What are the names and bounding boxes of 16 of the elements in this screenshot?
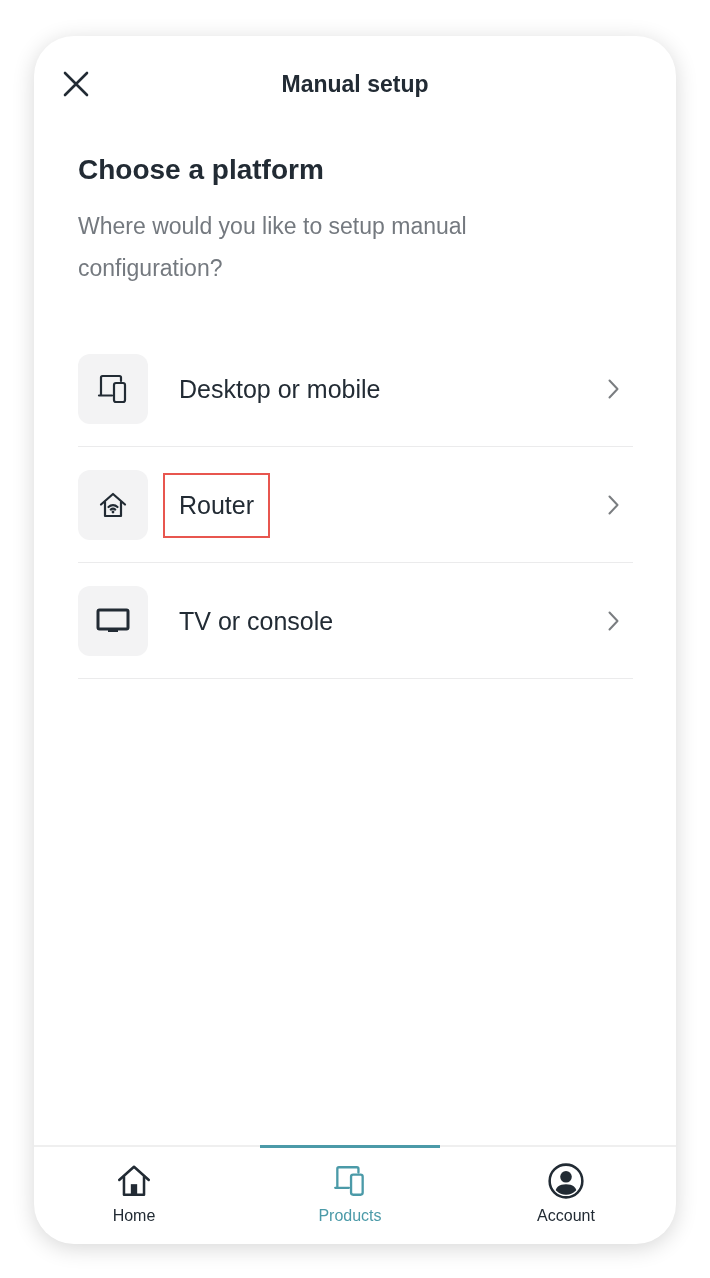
user-icon bbox=[547, 1162, 585, 1200]
nav-tab[interactable]: Account bbox=[476, 1145, 656, 1244]
option-label[interactable]: TV or console bbox=[163, 588, 350, 654]
chevron-icon bbox=[608, 379, 619, 399]
screen-title: Manual setup bbox=[281, 70, 429, 99]
house-wifi-icon bbox=[78, 470, 148, 540]
nav-tab[interactable]: Home bbox=[44, 1145, 224, 1244]
page-heading: Choose a platform bbox=[78, 153, 325, 187]
chevron-icon bbox=[608, 611, 619, 631]
monitor-phone-icon bbox=[78, 354, 148, 424]
chevron-icon bbox=[608, 495, 619, 515]
monitor-icon bbox=[78, 586, 148, 656]
option-label[interactable]: Router bbox=[163, 472, 271, 538]
option-label[interactable]: Desktop or mobile bbox=[163, 356, 397, 422]
page-subtitle: Where would you like to setup manual configuration? bbox=[78, 212, 468, 283]
close-icon[interactable] bbox=[62, 70, 90, 98]
